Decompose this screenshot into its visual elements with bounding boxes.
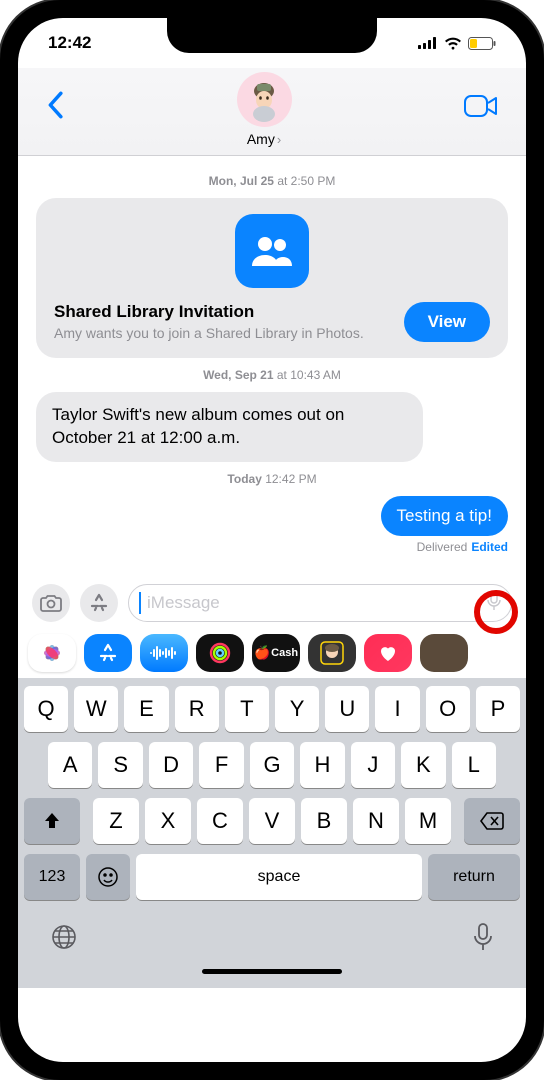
key-o[interactable]: O [426,686,470,732]
home-indicator[interactable] [202,969,342,974]
return-key[interactable]: return [428,854,520,900]
key-h[interactable]: H [300,742,344,788]
invite-title: Shared Library Invitation [54,302,364,322]
key-k[interactable]: K [401,742,445,788]
emoji-key[interactable] [86,854,130,900]
key-b[interactable]: B [301,798,347,844]
notch [167,18,377,53]
battery-icon [468,37,496,50]
message-thread[interactable]: Mon, Jul 25 at 2:50 PM Shared Library In… [18,156,526,576]
photos-app-icon[interactable] [28,634,76,672]
sent-message-bubble[interactable]: Testing a tip! [381,496,508,536]
key-u[interactable]: U [325,686,369,732]
numbers-key[interactable]: 123 [24,854,80,900]
key-d[interactable]: D [149,742,193,788]
key-y[interactable]: Y [275,686,319,732]
chevron-right-icon: › [277,132,281,147]
text-cursor [139,592,141,614]
message-status-row: Delivered Edited [36,540,508,554]
dictation-key[interactable] [472,922,494,957]
invite-subtitle: Amy wants you to join a Shared Library i… [54,324,364,342]
received-message-bubble[interactable]: Taylor Swift's new album comes out on Oc… [36,392,423,462]
shared-library-invitation-card[interactable]: Shared Library Invitation Amy wants you … [36,198,508,358]
audio-message-app-icon[interactable] [140,634,188,672]
message-input-bar: iMessage [18,576,526,630]
camera-button[interactable] [32,584,70,622]
key-q[interactable]: Q [24,686,68,732]
app-store-apps-button[interactable] [80,584,118,622]
app-store-icon[interactable] [84,634,132,672]
message-placeholder: iMessage [147,593,481,613]
key-v[interactable]: V [249,798,295,844]
key-s[interactable]: S [98,742,142,788]
app-strip[interactable]: 🍎Cash [18,630,526,678]
key-j[interactable]: J [351,742,395,788]
message-input-field[interactable]: iMessage [128,584,512,622]
keyboard: QWERTYUIOP ASDFGHJKL ZXCVBNM 123 space r… [18,678,526,988]
status-time: 12:42 [48,33,91,53]
globe-key[interactable] [50,923,78,956]
key-c[interactable]: C [197,798,243,844]
wifi-icon [444,37,462,50]
key-i[interactable]: I [375,686,419,732]
shift-key[interactable] [24,798,80,844]
key-r[interactable]: R [175,686,219,732]
cellular-signal-icon [418,37,438,49]
apple-cash-app-icon[interactable]: 🍎Cash [252,634,300,672]
memoji-stickers-app-icon[interactable] [308,634,356,672]
backspace-key[interactable] [464,798,520,844]
delivered-label: Delivered [417,540,468,554]
key-w[interactable]: W [74,686,118,732]
key-l[interactable]: L [452,742,496,788]
people-icon [235,214,309,288]
edited-label[interactable]: Edited [471,540,508,554]
fitness-app-icon[interactable] [196,634,244,672]
key-a[interactable]: A [48,742,92,788]
key-g[interactable]: G [250,742,294,788]
facetime-video-button[interactable] [454,91,508,126]
key-m[interactable]: M [405,798,451,844]
app-extra-icon[interactable] [420,634,468,672]
key-n[interactable]: N [353,798,399,844]
view-button[interactable]: View [404,302,490,342]
timestamp-row: Wed, Sep 21 at 10:43 AM [36,368,508,382]
annotation-highlight-circle [474,590,518,634]
key-x[interactable]: X [145,798,191,844]
contact-info-button[interactable]: Amy › [237,72,292,147]
digital-touch-app-icon[interactable] [364,634,412,672]
timestamp-row: Mon, Jul 25 at 2:50 PM [36,174,508,188]
key-t[interactable]: T [225,686,269,732]
key-z[interactable]: Z [93,798,139,844]
key-f[interactable]: F [199,742,243,788]
back-button[interactable] [36,87,74,131]
space-key[interactable]: space [136,854,422,900]
timestamp-row: Today 12:42 PM [36,472,508,486]
contact-name: Amy [247,131,275,147]
messages-header: Amy › [18,68,526,156]
avatar [237,72,292,127]
key-e[interactable]: E [124,686,168,732]
key-p[interactable]: P [476,686,520,732]
